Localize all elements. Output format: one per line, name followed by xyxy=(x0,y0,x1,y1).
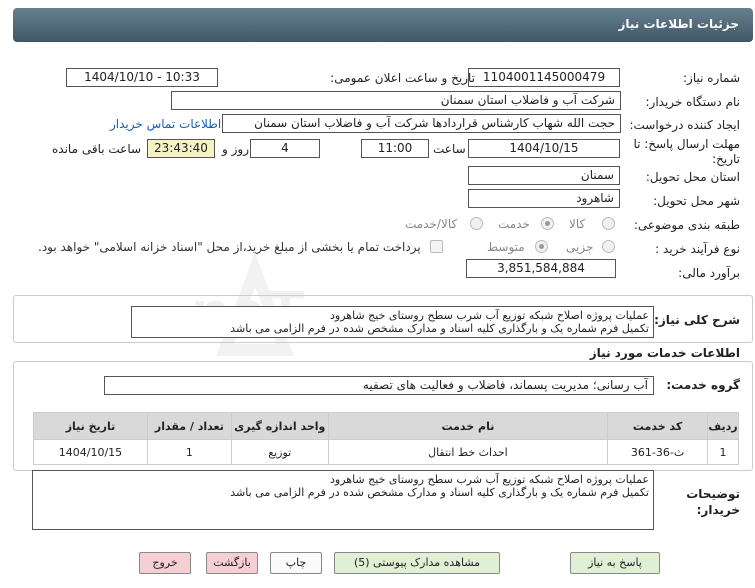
category-option-goods: کالا xyxy=(569,217,586,231)
days-remaining-field: 4 xyxy=(250,139,320,158)
time-remaining-field: 23:43:40 xyxy=(147,139,215,158)
province-label: استان محل تحویل: xyxy=(645,170,740,184)
col-date-header: تاریخ نیاز xyxy=(33,412,148,440)
deadline-date-field: 1404/10/15 xyxy=(468,139,620,158)
col-row-header: ردیف xyxy=(707,412,739,440)
budget-field: 3,851,584,884 xyxy=(466,259,616,278)
process-radio-minor[interactable] xyxy=(602,240,615,253)
buyer-contact-link[interactable]: اطلاعات تماس خریدار xyxy=(110,117,221,131)
back-button[interactable]: بازگشت xyxy=(206,552,258,574)
buyer-notes-textarea[interactable]: عملیات پروژه اصلاح شبکه توزیع آب شرب سطح… xyxy=(32,470,654,530)
need-number-field: 1104001145000479 xyxy=(468,68,620,87)
category-option-goods-service: کالا/خدمت xyxy=(405,217,458,231)
need-number-label: شماره نیاز: xyxy=(683,71,740,85)
services-table: ردیف کد خدمت نام خدمت واحد اندازه گیری ت… xyxy=(33,412,739,465)
table-row: 1 ث-36-361 احداث خط انتقال توزیع 1 1404/… xyxy=(33,439,739,465)
payment-note: پرداخت تمام یا بخشی از مبلغ خرید،از محل … xyxy=(38,240,421,254)
col-qty-header: تعداد / مقدار xyxy=(146,412,232,440)
days-label: روز و xyxy=(222,142,249,156)
cell-qty: 1 xyxy=(146,439,232,465)
budget-label: برآورد مالی: xyxy=(678,266,740,280)
city-label: شهر محل تحویل: xyxy=(653,194,740,208)
view-attachments-button[interactable]: مشاهده مدارک پیوستی (5) xyxy=(334,552,500,574)
process-option-minor: جزیی xyxy=(566,240,594,254)
summary-textarea[interactable]: عملیات پروژه اصلاح شبکه توزیع آب شرب سطح… xyxy=(131,306,654,338)
cell-row: 1 xyxy=(707,439,739,465)
service-group-field: آب رسانی؛ مدیریت پسماند، فاضلاب و فعالیت… xyxy=(104,376,654,395)
panel-header: جزئیات اطلاعات نیاز xyxy=(13,8,753,42)
cell-date: 1404/10/15 xyxy=(33,439,148,465)
buyer-org-field: شرکت آب و فاضلاب استان سمنان xyxy=(171,91,621,110)
cell-code: ث-36-361 xyxy=(607,439,709,465)
reply-button[interactable]: پاسخ به نیاز xyxy=(570,552,660,574)
province-field: سمنان xyxy=(468,166,620,185)
category-radio-goods[interactable] xyxy=(602,217,615,230)
treasury-checkbox[interactable] xyxy=(430,240,443,253)
cell-name: احداث خط انتقال xyxy=(327,439,609,465)
category-label: طبقه بندی موضوعی: xyxy=(633,218,740,232)
announce-label: تاریخ و ساعت اعلان عمومی: xyxy=(330,71,475,85)
page-title: جزئیات اطلاعات نیاز xyxy=(618,17,739,31)
category-radio-goods-service[interactable] xyxy=(470,217,483,230)
buyer-notes-label: توضیحات خریدار: xyxy=(686,487,740,517)
print-button[interactable]: چاپ xyxy=(270,552,322,574)
col-code-header: کد خدمت xyxy=(607,412,709,440)
category-radio-service[interactable] xyxy=(541,217,554,230)
deadline-label: مهلت ارسال پاسخ: تا تاریخ: xyxy=(633,137,740,166)
deadline-time-field: 11:00 xyxy=(361,139,429,158)
process-option-medium: متوسط xyxy=(487,240,525,254)
announce-field: 1404/10/10 - 10:33 xyxy=(66,68,218,87)
col-unit-header: واحد اندازه گیری xyxy=(230,412,329,440)
col-name-header: نام خدمت xyxy=(327,412,609,440)
table-header-row: ردیف کد خدمت نام خدمت واحد اندازه گیری ت… xyxy=(33,412,739,440)
city-field: شاهرود xyxy=(468,189,620,208)
process-radio-medium[interactable] xyxy=(535,240,548,253)
requester-label: ایجاد کننده درخواست: xyxy=(629,118,740,132)
buyer-org-label: نام دستگاه خریدار: xyxy=(645,95,741,109)
requester-field: حجت الله شهاب کارشناس قراردادها شرکت آب … xyxy=(222,114,621,133)
summary-label: شرح کلی نیاز: xyxy=(654,313,740,327)
time-remaining-label: ساعت باقی مانده xyxy=(52,142,142,156)
services-title: اطلاعات خدمات مورد نیاز xyxy=(589,346,740,360)
cell-unit: توزیع xyxy=(230,439,329,465)
hour-label: ساعت xyxy=(433,142,466,156)
process-label: نوع فرآیند خرید : xyxy=(655,242,740,256)
service-group-label: گروه خدمت: xyxy=(666,378,740,392)
category-option-service: خدمت xyxy=(498,217,530,231)
exit-button[interactable]: خروج xyxy=(139,552,191,574)
